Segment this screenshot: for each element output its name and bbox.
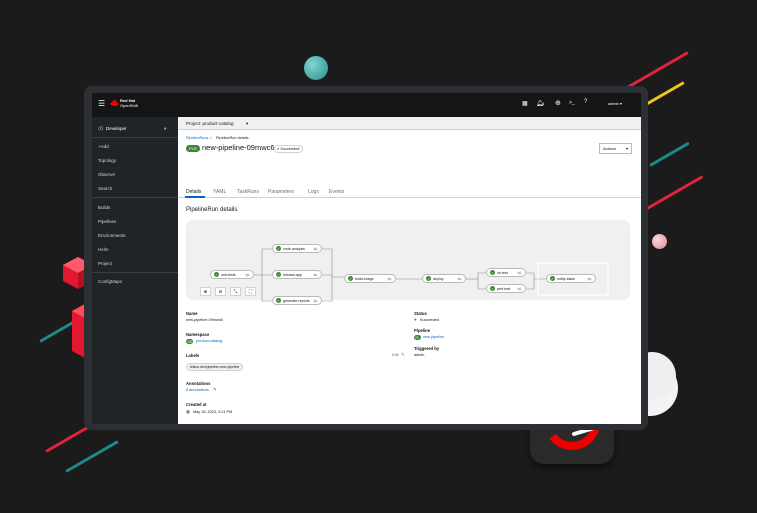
annotations-label: Annotations bbox=[186, 381, 211, 386]
created-label: Created at bbox=[186, 402, 207, 407]
annotations-link[interactable]: 8 annotations bbox=[186, 388, 209, 392]
labels-label: Labels bbox=[186, 353, 200, 358]
pipeline-label: Pipeline bbox=[414, 328, 431, 333]
pipeline-task-deploy[interactable]: ✓ deploy 6s bbox=[422, 274, 466, 283]
triggered-by-label: Triggered by bbox=[414, 346, 440, 351]
task-duration: 6s bbox=[516, 286, 522, 291]
console-screen: ☰ Red Hat OpenShift ▦ 🔔︎ 4 ⊕ >_ ? admin … bbox=[92, 93, 641, 424]
pipeline-task-build-image[interactable]: ✓ build-image 5s bbox=[344, 274, 396, 283]
label-chip: tekton.dev/pipeline=new-pipeline bbox=[186, 363, 244, 371]
status-success-icon: ● bbox=[414, 317, 417, 322]
task-success-icon: ✓ bbox=[490, 270, 495, 275]
terminal-icon[interactable]: >_ bbox=[569, 100, 575, 106]
task-duration: 6s bbox=[516, 270, 522, 275]
sidebar-item-pipelines[interactable]: Pipelines bbox=[98, 219, 116, 224]
pipeline-badge: PL bbox=[414, 335, 421, 340]
task-success-icon: ✓ bbox=[276, 272, 281, 277]
brand-line2: OpenShift bbox=[120, 103, 138, 108]
decor-stripe-teal bbox=[649, 141, 690, 167]
decor-stripe-teal-left-2 bbox=[65, 440, 119, 473]
task-name: perf-test bbox=[497, 286, 511, 291]
chevron-down-icon: ▾ bbox=[164, 126, 167, 131]
pipeline-task-notify-slack[interactable]: ✓ notify-slack 6s bbox=[546, 274, 596, 283]
task-name: build-image bbox=[355, 276, 374, 281]
task-duration: 6s bbox=[312, 246, 318, 251]
task-name: notify-slack bbox=[557, 276, 575, 281]
task-success-icon: ✓ bbox=[348, 276, 353, 281]
pipeline-task-code-analysis[interactable]: ✓ code-analysis 6s bbox=[272, 244, 322, 253]
task-success-icon: ✓ bbox=[490, 286, 495, 291]
app-launcher-icon[interactable]: ▦ bbox=[522, 100, 528, 107]
sidebar-item-observe[interactable]: Observe bbox=[98, 172, 115, 177]
pencil-icon[interactable]: ✎ bbox=[401, 352, 405, 358]
task-success-icon: ✓ bbox=[276, 246, 281, 251]
task-duration: 8s bbox=[312, 272, 318, 277]
sidebar-item-helm[interactable]: Helm bbox=[98, 247, 109, 252]
zoom-in-button[interactable]: ⊕ bbox=[200, 287, 211, 296]
name-value: new-pipeline-09mwc6 bbox=[186, 318, 223, 322]
created-value: May 18, 2023, 2:21 PM bbox=[193, 410, 233, 414]
add-icon[interactable]: ⊕ bbox=[555, 99, 561, 107]
decor-sphere-pink bbox=[652, 234, 667, 249]
name-label: Name bbox=[186, 311, 198, 316]
sidebar-item-configmaps[interactable]: ConfigMaps bbox=[98, 279, 122, 284]
masthead: ☰ Red Hat OpenShift ▦ 🔔︎ 4 ⊕ >_ ? admin … bbox=[92, 93, 641, 117]
task-name: release-app bbox=[283, 272, 302, 277]
task-success-icon: ✓ bbox=[276, 298, 281, 303]
notifications-count: 4 bbox=[542, 101, 545, 106]
status-label: Status bbox=[414, 311, 427, 316]
redhat-hat-icon bbox=[110, 100, 119, 106]
sidebar-item-topology[interactable]: Topology bbox=[98, 158, 116, 163]
pipeline-task-generate-reports[interactable]: ✓ generate-reports 6s bbox=[272, 296, 322, 305]
task-success-icon: ✓ bbox=[550, 276, 555, 281]
decor-stripe-red-2 bbox=[641, 175, 704, 213]
globe-icon: ◍ bbox=[186, 409, 190, 414]
pipeline-task-release-app[interactable]: ✓ release-app 8s bbox=[272, 270, 322, 279]
annotations-pencil-icon[interactable]: ✎ bbox=[213, 387, 217, 393]
help-icon[interactable]: ? bbox=[584, 99, 587, 105]
task-success-icon: ✓ bbox=[214, 272, 219, 277]
hamburger-menu-icon[interactable]: ☰ bbox=[98, 100, 105, 108]
sidebar-item-environments[interactable]: Environments bbox=[98, 233, 126, 238]
task-name: deploy bbox=[433, 276, 444, 281]
sidebar: ⟨/⟩ Developer ▾ +Add Topology Observe Se… bbox=[92, 117, 178, 424]
task-name: code-analysis bbox=[283, 246, 305, 251]
fit-to-screen-button[interactable]: ⤡ bbox=[230, 287, 241, 296]
main-content: Project: product-catalog ▾ PipelineRuns … bbox=[178, 117, 641, 424]
user-menu[interactable]: admin ▾ bbox=[608, 101, 622, 106]
sidebar-item-add[interactable]: +Add bbox=[98, 144, 109, 149]
namespace-label: Namespace bbox=[186, 332, 210, 337]
labels-edit-link[interactable]: Edit bbox=[392, 353, 399, 357]
task-name: generate-reports bbox=[283, 298, 310, 303]
zoom-out-button[interactable]: ⊖ bbox=[215, 287, 226, 296]
triggered-by-value: admin bbox=[414, 353, 425, 357]
task-duration: 5s bbox=[386, 276, 392, 281]
pipeline-task-unit-tests[interactable]: ✓ unit-tests 6s bbox=[210, 270, 254, 279]
task-duration: 6s bbox=[312, 298, 318, 303]
status-value: Succeeded bbox=[420, 318, 439, 322]
task-duration: 6s bbox=[244, 272, 250, 277]
pipeline-task-perf-test[interactable]: ✓ perf-test 6s bbox=[486, 284, 526, 293]
reset-view-button[interactable]: ⛶ bbox=[245, 287, 256, 296]
task-duration: 6s bbox=[586, 276, 592, 281]
namespace-link[interactable]: product-catalog bbox=[196, 339, 222, 343]
pipeline-link[interactable]: new-pipeline bbox=[423, 335, 444, 339]
pipeline-task-int-test[interactable]: ✓ int-test 6s bbox=[486, 268, 526, 277]
perspective-icon: ⟨/⟩ bbox=[98, 126, 104, 132]
sidebar-item-project[interactable]: Project bbox=[98, 261, 112, 266]
sidebar-item-search[interactable]: Search bbox=[98, 186, 112, 191]
task-name: int-test bbox=[497, 270, 508, 275]
decor-sphere-teal bbox=[304, 56, 328, 80]
task-duration: 6s bbox=[456, 276, 462, 281]
task-name: unit-tests bbox=[221, 272, 236, 277]
task-success-icon: ✓ bbox=[426, 276, 431, 281]
sidebar-item-builds[interactable]: Builds bbox=[98, 205, 110, 210]
perspective-switcher[interactable]: Developer bbox=[106, 126, 127, 131]
